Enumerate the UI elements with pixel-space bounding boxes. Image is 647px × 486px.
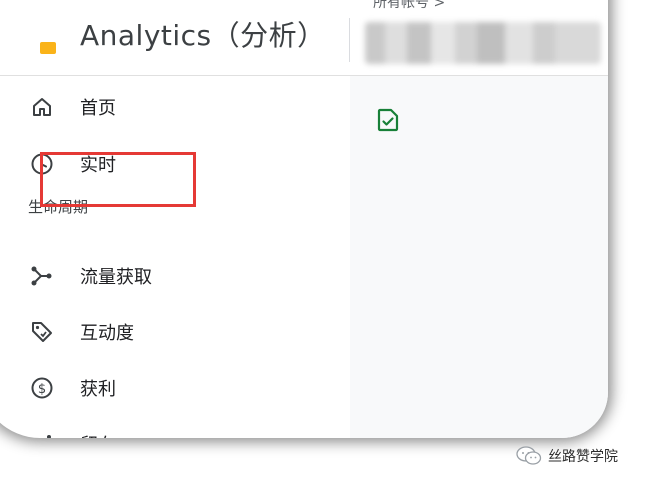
header-divider xyxy=(349,18,350,62)
sidebar-item-acquisition[interactable]: 流量获取 xyxy=(0,254,310,298)
screenshot-frame: Analytics（分析） 所有帐号 > 首页 实时 生命周期 流量获取 互动度… xyxy=(0,0,608,438)
retention-icon xyxy=(30,432,54,438)
account-breadcrumb[interactable]: 所有帐号 > xyxy=(373,0,445,12)
dollar-circle-icon: $ xyxy=(30,376,54,400)
sidebar-item-label: 首页 xyxy=(80,98,116,119)
sidebar-item-monetization[interactable]: $ 获利 xyxy=(0,366,310,410)
highlight-annotation xyxy=(40,152,196,207)
home-icon xyxy=(30,95,54,119)
engagement-tag-icon xyxy=(30,320,54,344)
watermark: 丝路赞学院 xyxy=(516,446,618,466)
sidebar-item-label: 留存 xyxy=(80,431,116,438)
svg-text:$: $ xyxy=(38,382,46,397)
app-title: Analytics（分析） xyxy=(80,19,326,52)
analytics-logo xyxy=(40,42,56,54)
sidebar-item-label: 流量获取 xyxy=(80,267,152,288)
account-selector-blurred[interactable] xyxy=(365,22,601,64)
wechat-icon xyxy=(516,446,542,465)
sidebar-item-label: 互动度 xyxy=(80,323,134,344)
sidebar-item-engagement[interactable]: 互动度 xyxy=(0,310,310,354)
app-header: Analytics（分析） 所有帐号 > xyxy=(0,0,608,76)
sidebar-item-label: 获利 xyxy=(80,379,116,400)
watermark-text: 丝路赞学院 xyxy=(548,449,618,465)
sidebar-item-home[interactable]: 首页 xyxy=(0,85,310,129)
document-check-icon xyxy=(377,108,399,132)
sidebar-item-retention[interactable]: 留存 xyxy=(0,422,310,438)
acquisition-icon xyxy=(30,264,54,288)
